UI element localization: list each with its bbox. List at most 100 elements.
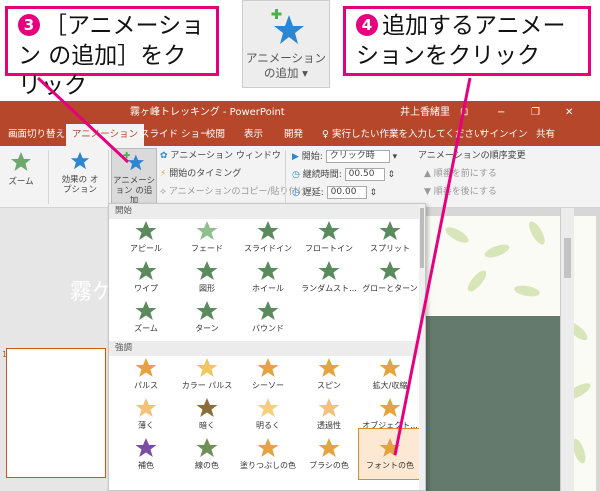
animation-gallery: 開始 アピール フェード スライドイン フロートイン スプリット ワイプ 図形 ホイール ランダ… [108, 203, 426, 491]
gallery-item-entrance-12[interactable]: バウンド [237, 292, 299, 342]
star-icon [196, 301, 218, 320]
gallery-item-emphasis-13[interactable]: ブラシの色 [298, 429, 360, 479]
gallery-item-label: 塗りつぶしの色 [239, 461, 297, 470]
star-icon [318, 261, 340, 280]
start-select[interactable]: クリック時 [325, 150, 390, 163]
vertical-scrollbar[interactable] [560, 208, 574, 491]
effect-options-button[interactable]: 効果の オプション [58, 150, 102, 195]
delay-input[interactable]: 00.00 [326, 186, 367, 199]
star-icon [379, 261, 401, 280]
window-title: 霧ヶ峰トレッキング - PowerPoint [130, 107, 285, 118]
gallery-item-label: フォントの色 [366, 461, 414, 470]
start-label: 開始: [301, 152, 323, 162]
star-icon [379, 221, 401, 240]
tab-transitions[interactable]: 画面切り替え [2, 124, 71, 146]
ribbon-display-icon[interactable]: ⊡ [460, 102, 468, 124]
ribbon-separator [108, 150, 109, 204]
star-icon [257, 221, 279, 240]
trigger-button[interactable]: ⚡ 開始のタイミング [160, 168, 241, 180]
animation-pane-icon: ✿ [160, 151, 168, 161]
thumbnail-pane: 1 [0, 208, 110, 491]
star-icon [379, 438, 401, 457]
share-button[interactable]: 共有 [530, 124, 561, 146]
tell-me-search[interactable]: ♀ 実行したい作業を入力してください [316, 124, 489, 146]
duration-label: 継続時間: [302, 170, 342, 180]
gallery-item-label: ズーム [134, 324, 158, 333]
star-icon [257, 358, 279, 377]
gallery-item-entrance-9[interactable]: グローとターン [359, 252, 421, 302]
spinner-icon[interactable]: ⇕ [385, 170, 396, 180]
gallery-item-entrance-8[interactable]: ランダムスト... [298, 252, 360, 302]
animation-pane-button[interactable]: ✿ アニメーション ウィンドウ [160, 150, 281, 162]
callout-step-4: 4 追加するアニメー ションをクリック [343, 6, 591, 76]
gallery-item-entrance-10[interactable]: ズーム [115, 292, 177, 342]
star-icon [379, 358, 401, 377]
add-animation-icon [123, 151, 145, 171]
gallery-item-label: グローとターン [362, 284, 418, 293]
gallery-item-label: ランダムスト... [301, 284, 357, 293]
user-name: 井上香緒里 [400, 107, 450, 118]
callout-text: ［アニメーション の追加］をクリック [18, 13, 205, 99]
star-icon [196, 261, 218, 280]
signin-link[interactable]: サインイン [474, 124, 534, 146]
gallery-scrollbar[interactable] [419, 204, 425, 490]
star-icon [196, 398, 218, 417]
callout-text: 追加するアニメー ションをクリック [356, 13, 566, 69]
gallery-item-emphasis-12[interactable]: 塗りつぶしの色 [237, 429, 299, 479]
leaf-pattern [526, 219, 548, 247]
leaf-pattern [464, 267, 490, 295]
slide-thumbnail[interactable] [6, 348, 106, 478]
move-later-button[interactable]: ▼ 順番を後にする [424, 186, 497, 198]
star-icon [257, 301, 279, 320]
gallery-item-label: 補色 [138, 461, 154, 470]
add-animation-icon [271, 9, 304, 44]
leaf-pattern [443, 224, 471, 246]
star-icon [196, 358, 218, 377]
animation-pane-label: アニメーション ウィンドウ [170, 151, 281, 161]
star-icon [257, 438, 279, 457]
gallery-item-label: ブラシの色 [309, 461, 349, 470]
star-icon [135, 301, 157, 320]
leaf-pattern [483, 241, 511, 261]
close-icon[interactable]: ✕ [565, 102, 573, 124]
zoom-animation-button[interactable]: ズーム [4, 150, 38, 187]
chevron-down-icon[interactable]: ▾ [390, 152, 398, 162]
clock-icon: ◷ [292, 170, 300, 180]
star-icon [257, 261, 279, 280]
play-icon: ▶ [292, 152, 299, 162]
step-number-badge: 3 [18, 14, 40, 36]
trigger-label: 開始のタイミング [169, 169, 242, 179]
gallery-item-emphasis-10[interactable]: 補色 [115, 429, 177, 479]
ribbon-tabs: 画面切り替え アニメーション スライド ショー 校閲 表示 開発 ♀ 実行したい… [0, 124, 600, 146]
callout-step-3: 3 ［アニメーション の追加］をクリック [5, 6, 219, 99]
title-bar: 霧ヶ峰トレッキング - PowerPoint 井上香緒里 ⊡ − ❐ ✕ [0, 102, 600, 124]
gallery-item-entrance-11[interactable]: ターン [176, 292, 238, 342]
tab-view[interactable]: 表示 [238, 124, 269, 146]
delay-row: ◷ 遅延: 00.00 ⇕ [292, 186, 377, 199]
add-animation-zoom: アニメーション の追加 ▾ [242, 0, 330, 88]
tab-animations[interactable]: アニメーション [66, 124, 145, 146]
painter-icon: ⟡ [160, 187, 166, 197]
scroll-thumb[interactable] [420, 208, 424, 268]
move-earlier-button[interactable]: ▲ 順番を前にする [424, 168, 497, 180]
reorder-title: アニメーションの順序変更 [418, 151, 526, 161]
lightning-icon: ⚡ [160, 169, 167, 179]
maximize-icon[interactable]: ❐ [531, 102, 540, 124]
spinner-icon[interactable]: ⇕ [367, 188, 378, 198]
tab-review[interactable]: 校閲 [200, 124, 231, 146]
star-icon [135, 398, 157, 417]
star-icon [135, 438, 157, 457]
ribbon: ズーム 効果の オプション アニメーション の追加 ✿ アニメーション ウィンド… [0, 146, 600, 208]
leaf-pattern [513, 283, 541, 299]
ribbon-separator [285, 150, 286, 204]
tab-developer[interactable]: 開発 [278, 124, 309, 146]
zoom-star-icon [11, 152, 31, 171]
add-animation-button[interactable]: アニメーション の追加 [111, 148, 157, 206]
minimize-icon[interactable]: − [497, 102, 505, 124]
star-icon [135, 261, 157, 280]
gallery-item-emphasis-11[interactable]: 線の色 [176, 429, 238, 479]
duration-input[interactable]: 00.50 [344, 168, 385, 181]
scroll-thumb[interactable] [564, 238, 571, 278]
start-row: ▶ 開始: クリック時 ▾ [292, 150, 397, 163]
gallery-item-emphasis-14[interactable]: フォントの色 [358, 428, 422, 480]
